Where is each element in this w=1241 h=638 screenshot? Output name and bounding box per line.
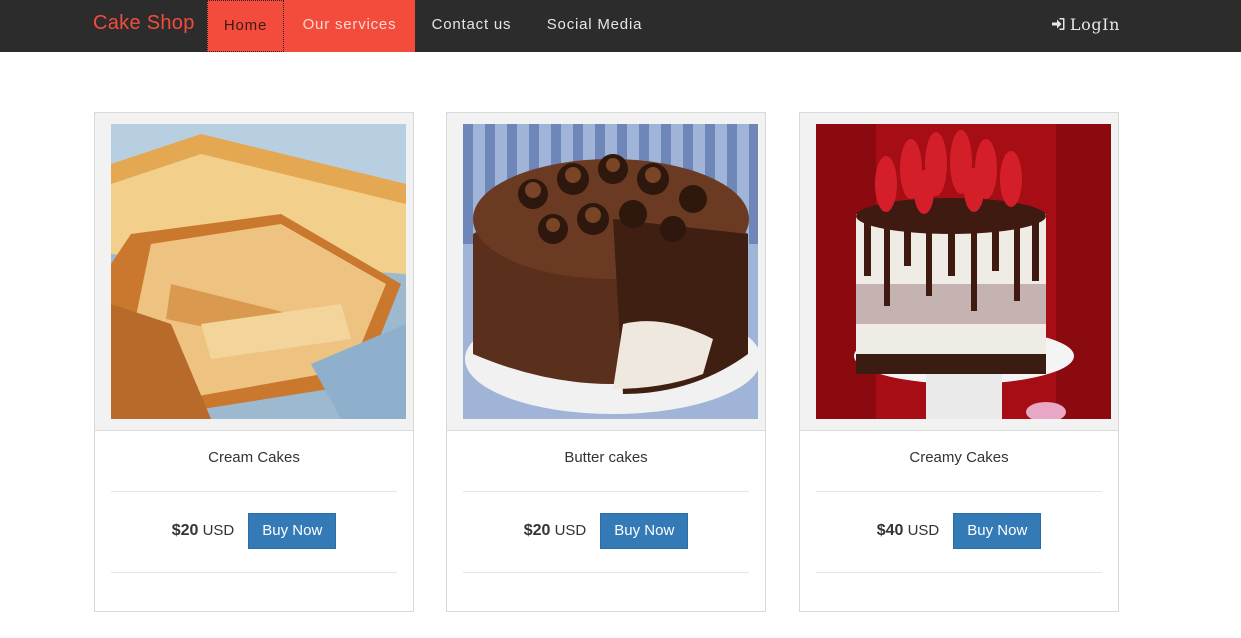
price-currency: USD xyxy=(202,522,235,539)
price-currency: USD xyxy=(907,522,940,539)
product-image-frame xyxy=(447,113,765,431)
divider xyxy=(111,491,397,492)
price-amount: $40 xyxy=(876,522,904,539)
sign-in-icon xyxy=(1051,18,1065,30)
navbar: Cake Shop Home Our services Contact us S… xyxy=(0,0,1241,52)
divider xyxy=(816,572,1102,573)
product-name: Creamy Cakes xyxy=(909,449,1009,466)
price-amount: $20 xyxy=(171,522,199,539)
nav-item-home[interactable]: Home xyxy=(207,0,284,52)
product-name: Cream Cakes xyxy=(208,449,300,466)
divider xyxy=(111,572,397,573)
product-card: Cream Cakes $20 USD Buy Now xyxy=(94,112,414,612)
divider xyxy=(463,572,749,573)
price: $20 USD xyxy=(524,522,587,540)
price: $20 USD xyxy=(172,522,235,540)
product-card: Butter cakes $20 USD Buy Now xyxy=(446,112,766,612)
price-row: $20 USD Buy Now xyxy=(447,513,765,549)
login-label: LogIn xyxy=(1069,15,1120,34)
price-row: $20 USD Buy Now xyxy=(95,513,413,549)
buy-now-button[interactable]: Buy Now xyxy=(953,513,1042,549)
price-currency: USD xyxy=(554,522,587,539)
strawberry-drip-cake-photo xyxy=(816,124,1111,419)
buy-now-button[interactable]: Buy Now xyxy=(600,513,689,549)
product-card: Creamy Cakes $40 USD Buy Now xyxy=(799,112,1119,612)
login-link[interactable]: LogIn xyxy=(1051,0,1120,52)
product-image-frame xyxy=(95,113,413,431)
divider xyxy=(816,491,1102,492)
divider xyxy=(463,491,749,492)
chocolate-cake-photo xyxy=(463,124,758,419)
price-row: $40 USD Buy Now xyxy=(800,513,1118,549)
cream-cake-photo xyxy=(111,124,406,419)
nav-item-our-services[interactable]: Our services xyxy=(284,0,415,52)
brand-link[interactable]: Cake Shop xyxy=(93,12,195,35)
price-amount: $20 xyxy=(523,522,551,539)
product-name: Butter cakes xyxy=(564,449,648,466)
nav-item-contact-us[interactable]: Contact us xyxy=(415,0,528,52)
price: $40 USD xyxy=(877,522,940,540)
product-image-frame xyxy=(800,113,1118,431)
buy-now-button[interactable]: Buy Now xyxy=(248,513,337,549)
nav-item-social-media[interactable]: Social Media xyxy=(528,0,661,52)
